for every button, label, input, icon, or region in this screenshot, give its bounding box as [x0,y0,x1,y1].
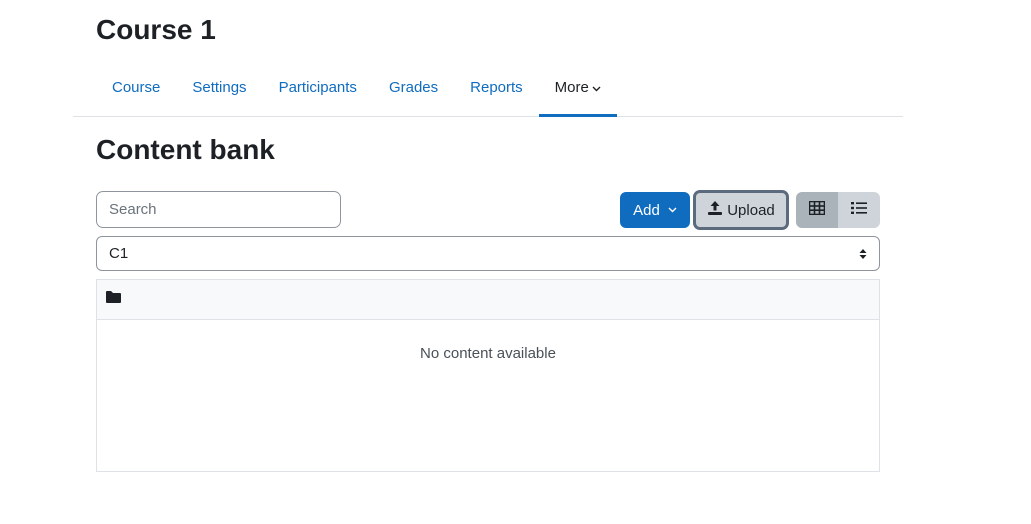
nav-item-reports[interactable]: Reports [454,58,539,116]
chevron-down-icon [592,79,601,96]
secondary-navigation: Course Settings Participants Grades Repo… [73,58,903,117]
folder-icon[interactable] [105,290,122,309]
context-select[interactable]: C1 [96,236,880,271]
course-title: Course 1 [96,14,216,45]
nav-item-more[interactable]: More [538,58,618,117]
content-bank-panel: No content available [96,279,880,472]
upload-button[interactable]: Upload [693,190,789,230]
list-view-button[interactable] [838,192,880,228]
context-select-value: C1 [109,245,129,262]
grid-view-button[interactable] [796,192,838,228]
content-bank-breadcrumb [97,280,879,320]
add-button[interactable]: Add [620,192,690,228]
nav-item-grades[interactable]: Grades [373,58,454,116]
nav-item-course[interactable]: Course [96,58,176,116]
empty-message: No content available [420,345,556,362]
grid-icon [808,200,826,219]
nav-item-settings[interactable]: Settings [176,58,262,116]
select-arrows-icon [859,247,867,264]
upload-icon [707,200,727,220]
page-heading: Content bank [96,134,275,165]
nav-item-participants[interactable]: Participants [263,58,373,116]
list-icon [851,201,867,219]
chevron-down-icon [668,204,677,216]
page: Course 1 Course Settings Participants Gr… [0,0,1031,524]
search-input[interactable] [96,191,341,228]
